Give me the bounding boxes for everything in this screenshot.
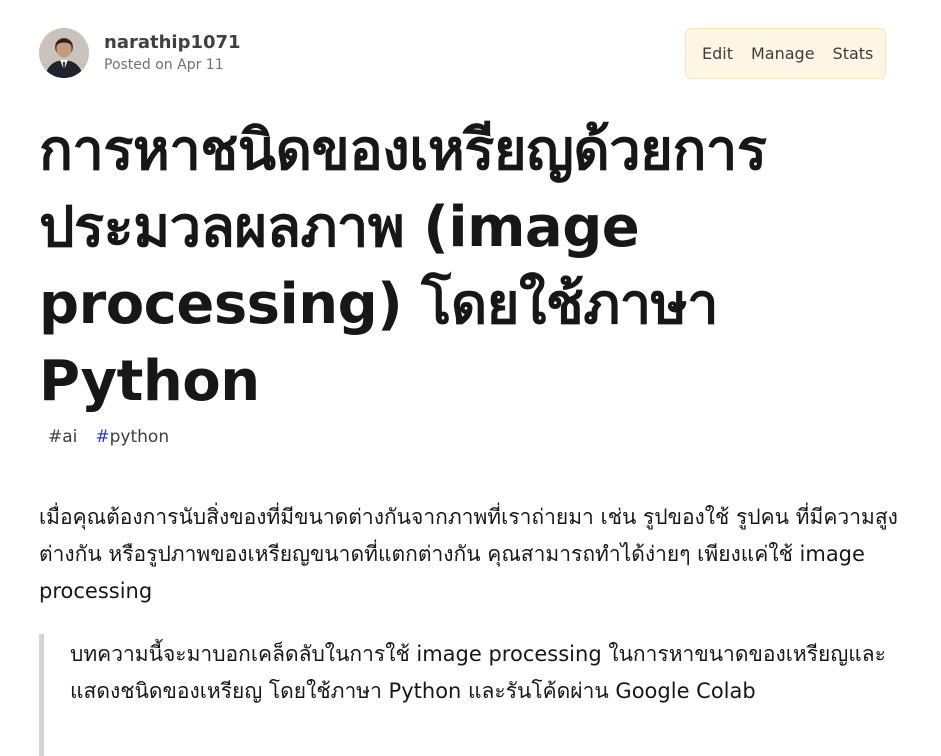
edit-button[interactable]: Edit — [702, 44, 733, 63]
author-meta: narathip1071 Posted on Apr 11 — [104, 32, 241, 74]
avatar[interactable] — [39, 28, 89, 78]
author-block: narathip1071 Posted on Apr 11 — [39, 28, 241, 78]
article-blockquote: บทความนี้จะมาบอกเคล็ดลับในการใช้ image p… — [39, 634, 899, 756]
tag-ai[interactable]: #ai — [39, 425, 86, 449]
avatar-image — [39, 28, 89, 78]
article-page: narathip1071 Posted on Apr 11 Edit Manag… — [0, 0, 941, 756]
article-title: การหาชนิดของเหรียญด้วยการประมวลผลภาพ (im… — [39, 118, 767, 414]
manage-button[interactable]: Manage — [751, 44, 815, 63]
tag-hash: # — [48, 427, 63, 447]
author-actions: Edit Manage Stats — [685, 28, 886, 79]
posted-date: Posted on Apr 11 — [104, 57, 224, 74]
tag-label: ai — [62, 427, 78, 447]
stats-button[interactable]: Stats — [833, 44, 874, 63]
tag-python[interactable]: #python — [86, 425, 178, 449]
author-name[interactable]: narathip1071 — [104, 32, 241, 54]
tag-list: #ai #python — [39, 425, 178, 449]
article-intro: เมื่อคุณต้องการนับสิ่งของที่มีขนาดต่างกั… — [39, 505, 898, 603]
tag-label: python — [109, 427, 170, 447]
tag-hash: # — [95, 427, 110, 447]
